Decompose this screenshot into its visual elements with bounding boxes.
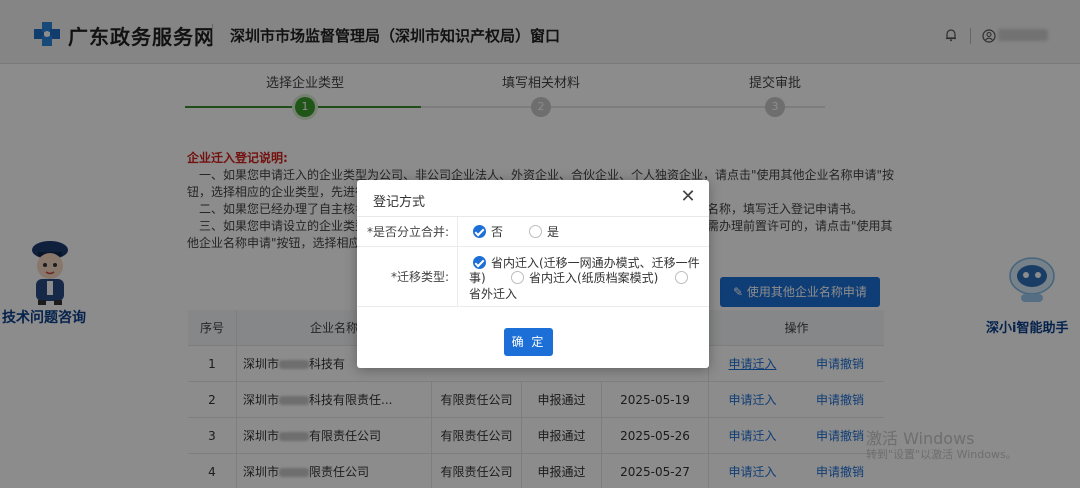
migration-online-label[interactable]: 省内迁入(迁移一网通办模式、迁移一件	[491, 256, 700, 270]
migration-out-province-label[interactable]: 省外迁入	[469, 287, 517, 301]
registration-method-dialog: 登记方式 ✕ *是否分立合并: 否 是 *迁移类型: 省内迁入(迁移一网通办模式…	[357, 180, 709, 368]
split-merge-label: *是否分立合并:	[357, 217, 458, 246]
migration-online-label-cont[interactable]: 事)	[469, 271, 486, 285]
split-merge-yes-label[interactable]: 是	[547, 225, 559, 239]
migration-out-province-radio[interactable]	[675, 271, 688, 284]
migration-paper-label[interactable]: 省内迁入(纸质档案模式)	[529, 271, 658, 285]
migration-type-row: *迁移类型: 省内迁入(迁移一网通办模式、迁移一件 事) 省内迁入(纸质档案模式…	[357, 247, 709, 307]
split-merge-row: *是否分立合并: 否 是	[357, 217, 709, 247]
split-merge-yes-radio[interactable]	[529, 225, 542, 238]
confirm-button[interactable]: 确 定	[504, 328, 553, 356]
migration-online-radio[interactable]	[473, 256, 486, 269]
migration-type-label: *迁移类型:	[357, 247, 458, 306]
split-merge-no-radio[interactable]	[473, 225, 486, 238]
dialog-title: 登记方式	[373, 195, 426, 210]
migration-paper-radio[interactable]	[511, 271, 524, 284]
close-icon[interactable]: ✕	[679, 188, 697, 206]
split-merge-no-label[interactable]: 否	[491, 225, 503, 239]
